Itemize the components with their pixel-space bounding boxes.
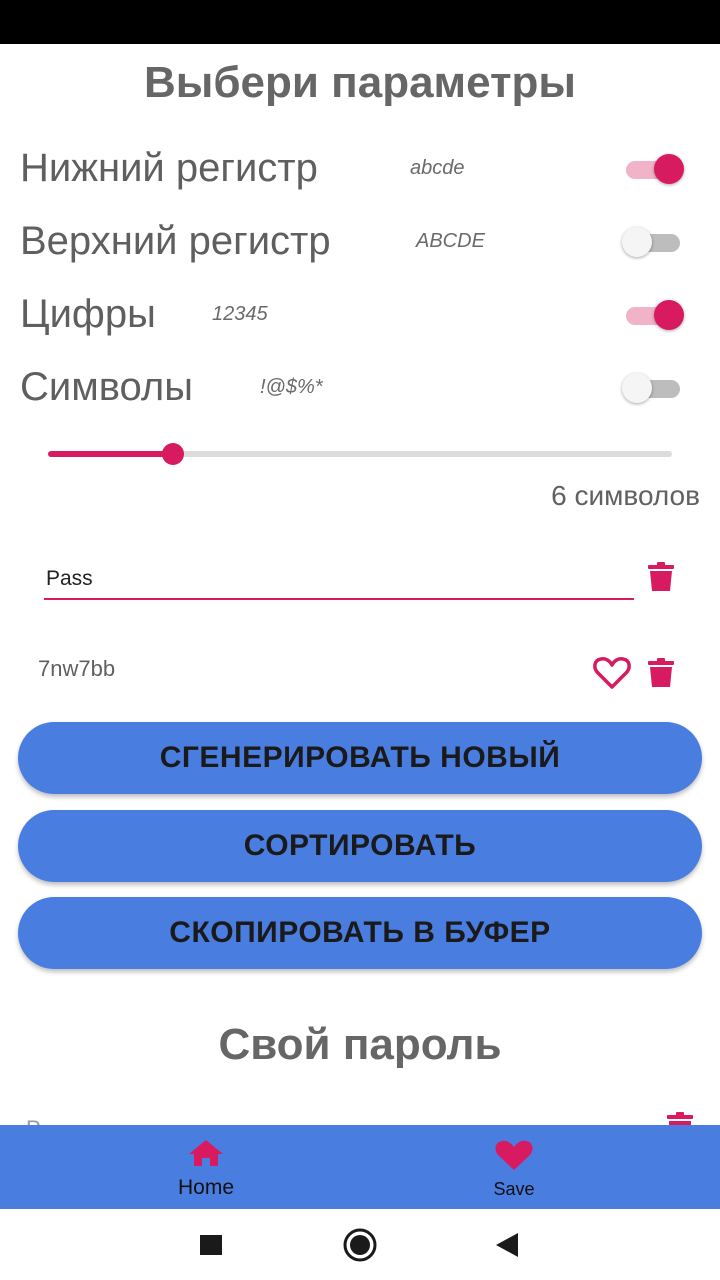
home-icon [188, 1139, 224, 1172]
heart-icon [494, 1139, 534, 1176]
option-example: !@$%* [260, 376, 323, 398]
trash-icon[interactable] [647, 562, 675, 597]
digits-toggle[interactable] [622, 300, 684, 330]
option-symbols: Символы !@$%* [0, 357, 720, 417]
generate-button[interactable]: СГЕНЕРИРОВАТЬ НОВЫЙ [18, 722, 702, 794]
option-digits: Цифры 12345 [0, 284, 720, 344]
option-label: Верхний регистр [20, 219, 331, 263]
sort-button[interactable]: СОРТИРОВАТЬ [18, 810, 702, 882]
nav-save[interactable]: Save [434, 1125, 594, 1209]
page-title: Выбери параметры [144, 58, 576, 107]
recent-apps-icon[interactable] [200, 1235, 222, 1260]
password-name-input[interactable] [44, 560, 634, 600]
nav-label: Save [493, 1179, 535, 1199]
option-lowercase: Нижний регистр abcde [0, 138, 720, 198]
option-uppercase: Верхний регистр ABCDE [0, 211, 720, 271]
heart-outline-icon[interactable] [593, 656, 631, 695]
system-navigation-bar [0, 1209, 720, 1280]
slider-knob[interactable] [162, 443, 184, 465]
option-label: Нижний регистр [20, 146, 318, 190]
nav-label: Home [177, 1176, 235, 1199]
option-example: 12345 [212, 303, 268, 325]
length-slider[interactable] [48, 440, 672, 468]
copy-button[interactable]: СКОПИРОВАТЬ В БУФЕР [18, 897, 702, 969]
toggle-thumb [622, 227, 652, 257]
nav-home[interactable]: Home [126, 1125, 286, 1209]
toggle-thumb [622, 373, 652, 403]
uppercase-toggle[interactable] [622, 227, 684, 257]
trash-icon[interactable] [647, 658, 675, 693]
length-value: 6 символов [551, 480, 700, 511]
slider-fill [48, 451, 173, 457]
toggle-thumb [654, 300, 684, 330]
toggle-thumb [654, 154, 684, 184]
option-example: abcde [410, 157, 465, 179]
own-password-title: Свой пароль [218, 1020, 502, 1069]
option-label: Цифры [20, 292, 156, 336]
bottom-navigation: Home Save [0, 1125, 720, 1209]
back-icon[interactable] [496, 1233, 518, 1262]
status-bar [0, 0, 720, 44]
symbols-toggle[interactable] [622, 373, 684, 403]
home-circle-icon[interactable] [342, 1227, 378, 1268]
lowercase-toggle[interactable] [622, 154, 684, 184]
option-label: Символы [20, 365, 193, 409]
option-example: ABCDE [416, 230, 485, 252]
generated-password: 7nw7bb [38, 656, 116, 681]
